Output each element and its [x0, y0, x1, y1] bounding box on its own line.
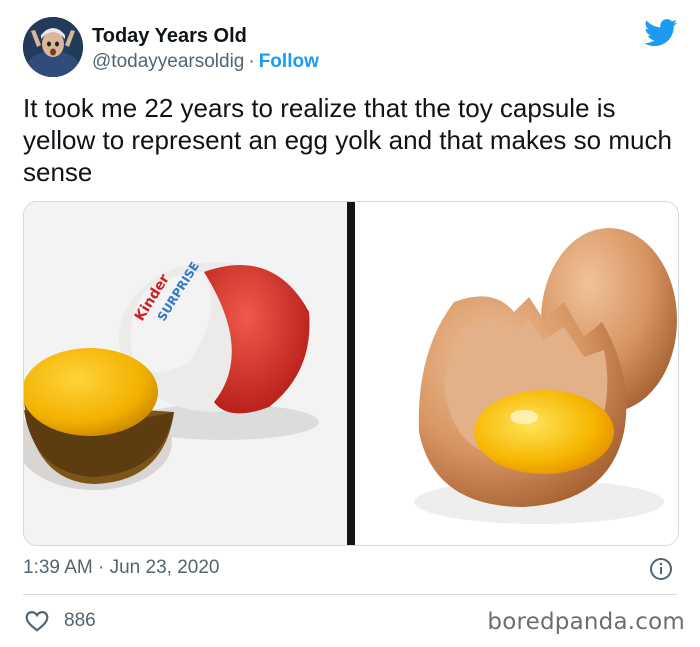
like-button[interactable]: 886 — [24, 607, 96, 635]
heart-icon — [25, 611, 49, 632]
display-name[interactable]: Today Years Old — [92, 25, 247, 47]
tweet-text: It took me 22 years to realize that the … — [23, 93, 672, 187]
tweet-timestamp[interactable]: 1:39 AM · Jun 23, 2020 — [23, 556, 219, 580]
watermark: boredpanda.com — [487, 609, 685, 635]
separator-dot: · — [248, 51, 255, 72]
follow-button[interactable]: Follow — [259, 51, 319, 72]
media-photo: Kinder SURPRISE — [24, 202, 678, 545]
like-count: 886 — [64, 610, 96, 631]
user-handle[interactable]: @todayyearsoldig — [92, 51, 244, 72]
divider — [23, 594, 677, 595]
info-icon[interactable] — [649, 557, 673, 581]
twitter-bird-icon[interactable] — [644, 19, 678, 47]
avatar[interactable] — [23, 17, 83, 77]
avatar-image — [23, 17, 83, 77]
tweet-media[interactable]: Kinder SURPRISE — [23, 201, 679, 546]
